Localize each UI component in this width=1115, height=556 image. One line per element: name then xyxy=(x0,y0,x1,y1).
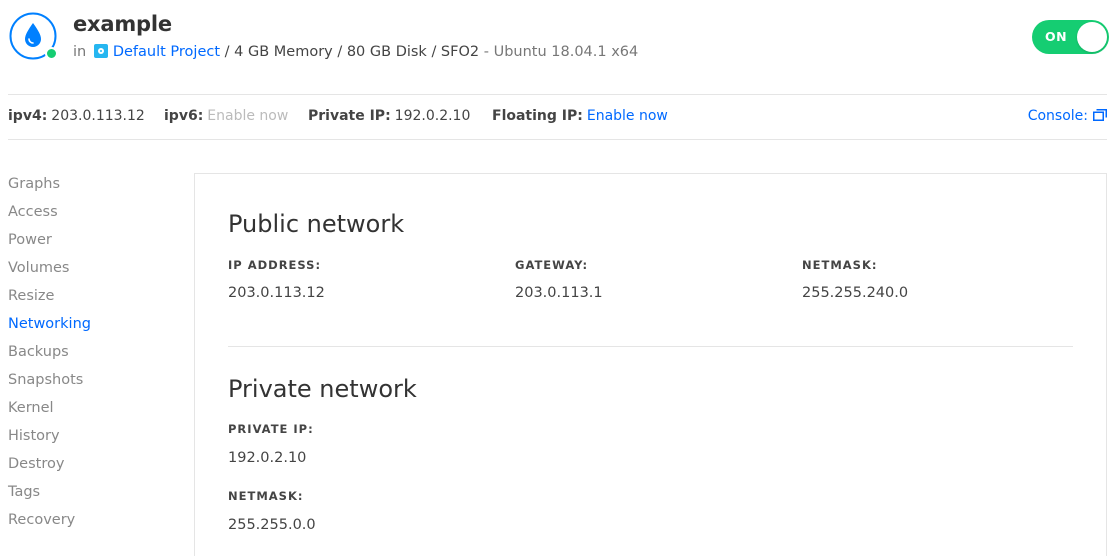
ipv6-enable-link[interactable]: Enable now xyxy=(207,108,288,124)
console-link[interactable]: Console: xyxy=(1028,108,1107,124)
ipv6-label: ipv6: xyxy=(164,108,204,124)
droplet-title: example xyxy=(73,12,172,36)
project-icon xyxy=(93,44,108,58)
public-network-title: Public network xyxy=(228,210,405,238)
sidebar-item-volumes[interactable]: Volumes xyxy=(8,258,158,286)
networking-panel: Public network IP ADDRESS: 203.0.113.12 … xyxy=(194,173,1107,556)
private-network-title: Private network xyxy=(228,375,417,403)
private-netmask-value[interactable]: 255.255.0.0 xyxy=(228,517,316,533)
floating-ip-label: Floating IP: xyxy=(492,108,583,124)
sidebar-item-kernel[interactable]: Kernel xyxy=(8,398,158,426)
private-ip-field-value[interactable]: 192.0.2.10 xyxy=(228,450,306,466)
droplet-subtitle: in Default Project / 4 GB Memory / 80 GB… xyxy=(73,44,638,60)
ipv6-item: ipv6: Enable now xyxy=(164,108,288,124)
sidebar-item-tags[interactable]: Tags xyxy=(8,482,158,510)
ip-bar: ipv4: 203.0.113.12 ipv6: Enable now Privat… xyxy=(8,94,1107,140)
public-netmask-value[interactable]: 255.255.240.0 xyxy=(802,285,908,301)
power-toggle-label: ON xyxy=(1045,29,1068,44)
status-indicator xyxy=(45,47,58,60)
sidebar-item-destroy[interactable]: Destroy xyxy=(8,454,158,482)
private-netmask-label: NETMASK: xyxy=(228,489,304,503)
sidebar-item-recovery[interactable]: Recovery xyxy=(8,510,158,538)
sidebar-item-history[interactable]: History xyxy=(8,426,158,454)
droplet-sidebar-nav: Graphs Access Power Volumes Resize Netwo… xyxy=(8,174,158,538)
droplet-image: - Ubuntu 18.04.1 x64 xyxy=(483,44,639,60)
external-window-icon xyxy=(1093,109,1107,121)
power-toggle[interactable]: ON xyxy=(1032,20,1109,54)
sidebar-item-snapshots[interactable]: Snapshots xyxy=(8,370,158,398)
private-ip-item: Private IP: 192.0.2.10 xyxy=(308,108,470,124)
private-ip-field-label: PRIVATE IP: xyxy=(228,422,314,436)
ipv4-label: ipv4: xyxy=(8,108,48,124)
floating-ip-enable-link[interactable]: Enable now xyxy=(587,108,668,124)
droplet-header: example in Default Project / 4 GB Memory… xyxy=(0,0,1115,95)
sidebar-item-backups[interactable]: Backups xyxy=(8,342,158,370)
sidebar-item-power[interactable]: Power xyxy=(8,230,158,258)
sidebar-item-access[interactable]: Access xyxy=(8,202,158,230)
floating-ip-item: Floating IP: Enable now xyxy=(492,108,668,124)
sidebar-item-graphs[interactable]: Graphs xyxy=(8,174,158,202)
console-label: Console: xyxy=(1027,108,1088,124)
in-label: in xyxy=(73,44,87,60)
public-ip-label: IP ADDRESS: xyxy=(228,258,322,272)
private-ip-value[interactable]: 192.0.2.10 xyxy=(395,108,471,124)
gateway-value[interactable]: 203.0.113.1 xyxy=(515,285,603,301)
sidebar-item-networking[interactable]: Networking xyxy=(8,314,158,342)
sidebar-item-resize[interactable]: Resize xyxy=(8,286,158,314)
droplet-specs: / 4 GB Memory / 80 GB Disk / SFO2 xyxy=(224,44,480,60)
ipv4-item: ipv4: 203.0.113.12 xyxy=(8,108,145,124)
public-ip-value[interactable]: 203.0.113.12 xyxy=(228,285,325,301)
public-netmask-label: NETMASK: xyxy=(802,258,878,272)
power-toggle-knob xyxy=(1077,22,1107,52)
project-link[interactable]: Default Project xyxy=(113,44,220,60)
gateway-label: GATEWAY: xyxy=(515,258,589,272)
private-ip-label: Private IP: xyxy=(308,108,391,124)
ipv4-value[interactable]: 203.0.113.12 xyxy=(51,108,145,124)
section-divider xyxy=(228,346,1073,347)
